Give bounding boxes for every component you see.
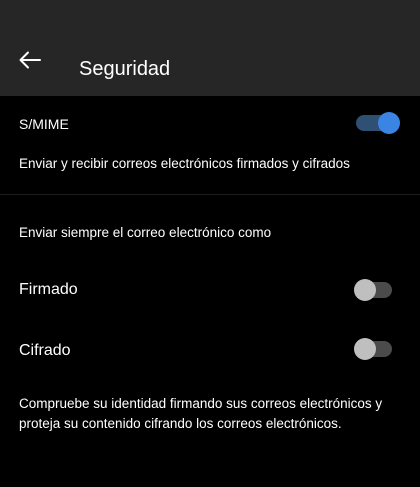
section-divider — [0, 194, 420, 195]
security-footnote: Compruebe su identidad firmando sus corr… — [19, 396, 383, 431]
signed-toggle[interactable] — [354, 279, 392, 301]
toggle-knob — [354, 338, 376, 360]
encrypted-toggle[interactable] — [354, 338, 392, 360]
page-title: Seguridad — [79, 58, 171, 80]
toggle-knob — [354, 279, 376, 301]
security-settings-screen: Seguridad S/MIME Enviar y recibir correo… — [0, 0, 420, 487]
arrow-left-icon — [19, 51, 41, 69]
send-always-heading: Enviar siempre el correo electrónico com… — [19, 225, 272, 240]
smime-toggle[interactable] — [356, 112, 400, 134]
toggle-knob — [378, 112, 400, 134]
smime-description: Enviar y recibir correos electrónicos fi… — [19, 156, 350, 171]
encrypted-option-label: Cifrado — [19, 342, 71, 359]
smime-label: S/MIME — [19, 116, 69, 132]
app-header: Seguridad — [0, 0, 420, 96]
back-button[interactable] — [12, 42, 48, 78]
signed-option-label: Firmado — [19, 281, 78, 298]
